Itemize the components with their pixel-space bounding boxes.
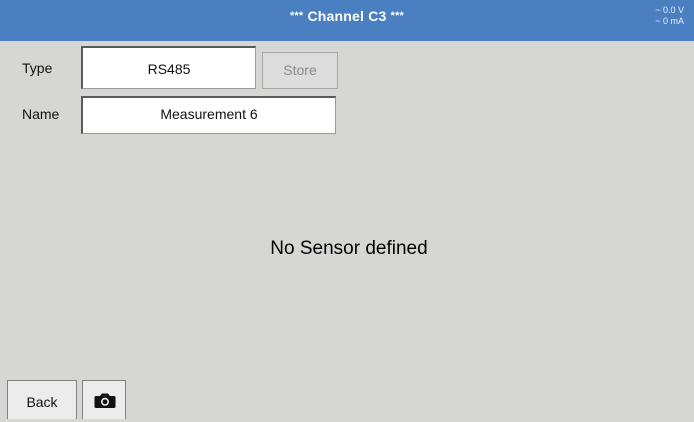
channel-title: Channel C3 <box>307 8 387 24</box>
store-button[interactable]: Store <box>262 52 338 89</box>
type-label: Type <box>22 60 53 76</box>
name-field[interactable]: Measurement 6 <box>81 96 336 134</box>
title-bar: *** Channel C3 *** ~ 0.0 V ~ 0 mA <box>0 0 694 41</box>
title-suffix: *** <box>390 10 405 22</box>
current-readout: ~ 0 mA <box>655 16 684 26</box>
title-prefix: *** <box>289 10 304 22</box>
type-field[interactable]: RS485 <box>81 46 256 89</box>
voltage-readout: ~ 0.0 V <box>655 5 684 15</box>
window-title: *** Channel C3 *** <box>0 8 694 24</box>
signal-readout: ~ 0.0 V ~ 0 mA <box>655 5 684 27</box>
camera-icon <box>94 393 116 408</box>
screenshot-button[interactable] <box>82 380 126 419</box>
back-button[interactable]: Back <box>7 380 77 419</box>
no-sensor-message: No Sensor defined <box>270 238 428 259</box>
name-label: Name <box>22 106 60 122</box>
